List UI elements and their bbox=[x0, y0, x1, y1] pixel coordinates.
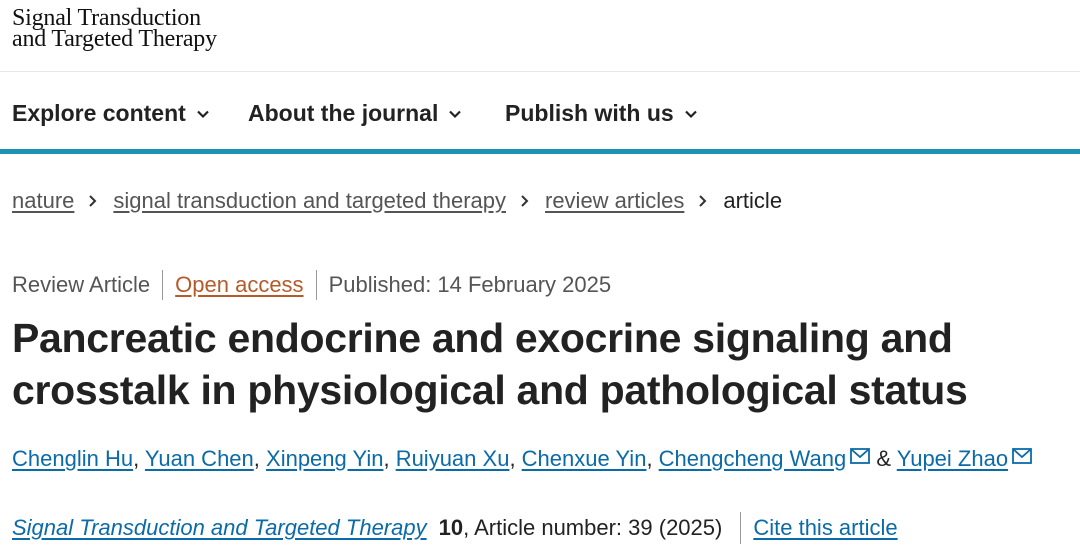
meta-divider bbox=[315, 270, 317, 300]
volume-number: 10 bbox=[438, 515, 464, 540]
nav-explore-content-label: Explore content bbox=[12, 100, 186, 126]
published-date: Published: 14 February 2025 bbox=[328, 272, 612, 297]
breadcrumb-nature[interactable]: nature bbox=[12, 188, 74, 214]
author-link[interactable]: Chenxue Yin bbox=[522, 446, 647, 471]
mail-icon[interactable] bbox=[850, 448, 871, 464]
article-meta: Review Article Open access Published: 14… bbox=[12, 270, 611, 300]
author-link[interactable]: Chenglin Hu bbox=[12, 446, 133, 471]
chevron-down-icon bbox=[684, 110, 697, 118]
breadcrumb-current: article bbox=[723, 188, 783, 213]
author-link[interactable]: Yuan Chen bbox=[145, 446, 254, 471]
meta-divider bbox=[162, 270, 164, 300]
article-type: Review Article bbox=[12, 272, 151, 297]
breadcrumb: nature signal transduction and targeted … bbox=[12, 188, 782, 214]
journal-link[interactable]: Signal Transduction and Targeted Therapy bbox=[12, 515, 427, 541]
author-ampersand: & bbox=[876, 446, 892, 471]
author-link[interactable]: Yupei Zhao bbox=[897, 446, 1008, 471]
author-list: Chenglin Hu, Yuan Chen, Xinpeng Yin, Rui… bbox=[12, 446, 1032, 472]
site-header: Signal Transduction and Targeted Therapy bbox=[0, 0, 1080, 72]
nav-publish-with-us[interactable]: Publish with us bbox=[505, 100, 698, 127]
nav-explore-content[interactable]: Explore content bbox=[12, 100, 210, 127]
breadcrumb-journal[interactable]: signal transduction and targeted therapy bbox=[113, 188, 506, 214]
cite-this-article-link[interactable]: Cite this article bbox=[753, 515, 897, 541]
nav-publish-with-us-label: Publish with us bbox=[505, 100, 674, 126]
nav-about-journal[interactable]: About the journal bbox=[248, 100, 462, 127]
author-link[interactable]: Ruiyuan Xu bbox=[396, 446, 510, 471]
author-link[interactable]: Xinpeng Yin bbox=[266, 446, 383, 471]
article-title: Pancreatic endocrine and exocrine signal… bbox=[12, 315, 968, 413]
breadcrumb-review-articles[interactable]: review articles bbox=[545, 188, 684, 214]
mail-icon[interactable] bbox=[1012, 448, 1032, 464]
article-number: , Article number: 39 (2025) bbox=[463, 515, 723, 540]
journal-logo[interactable]: Signal Transduction and Targeted Therapy bbox=[12, 6, 217, 52]
logo-line-2: and Targeted Therapy bbox=[12, 26, 217, 52]
chevron-down-icon bbox=[449, 110, 462, 118]
chevron-right-icon bbox=[699, 195, 707, 207]
chevron-right-icon bbox=[89, 195, 97, 207]
main-nav: Explore content About the journal Publis… bbox=[0, 72, 1080, 154]
nav-about-journal-label: About the journal bbox=[248, 100, 439, 126]
chevron-down-icon bbox=[197, 110, 209, 118]
author-link[interactable]: Chengcheng Wang bbox=[659, 446, 847, 471]
citation-divider bbox=[740, 512, 742, 544]
open-access-link[interactable]: Open access bbox=[175, 272, 303, 298]
citation-line: Signal Transduction and Targeted Therapy… bbox=[12, 512, 898, 544]
chevron-right-icon bbox=[521, 195, 529, 207]
